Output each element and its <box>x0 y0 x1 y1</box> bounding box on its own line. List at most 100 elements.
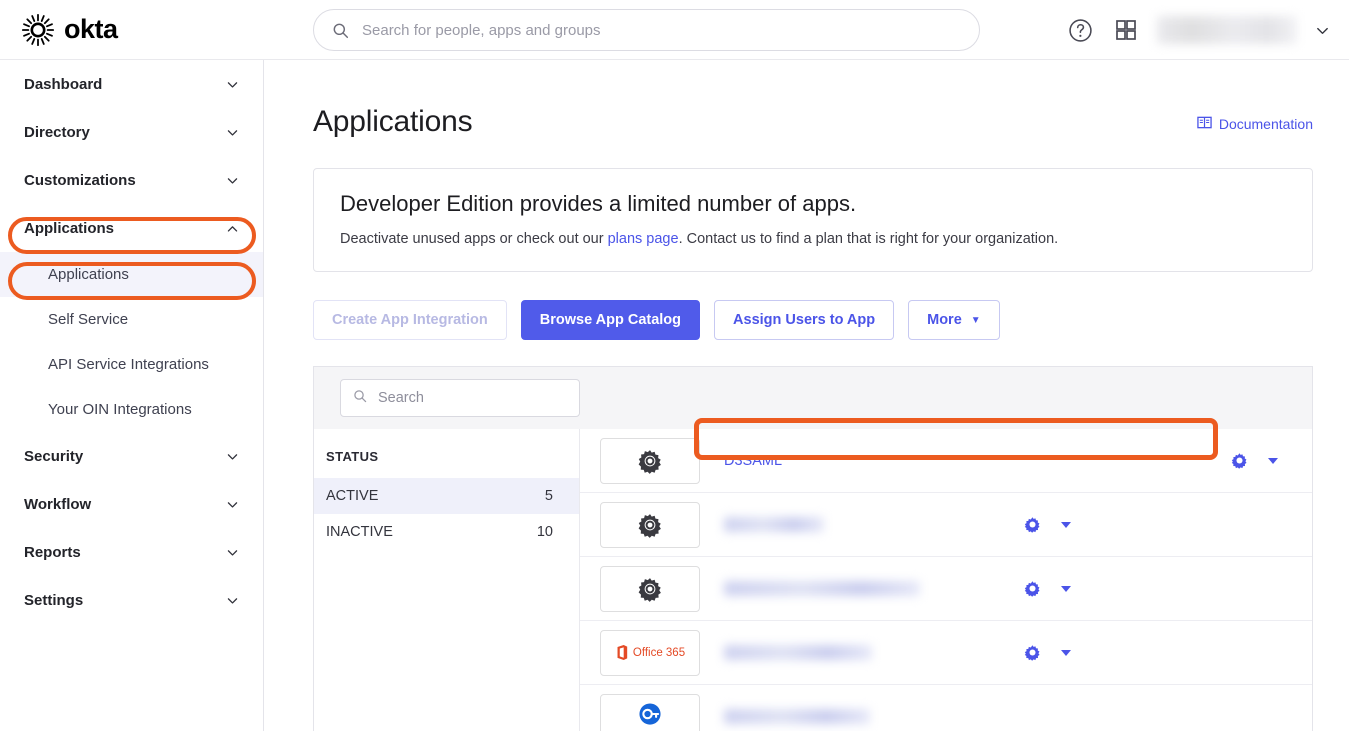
sidebar-item-security[interactable]: Security <box>0 432 263 480</box>
sidebar-item-label: Security <box>24 448 83 465</box>
sidebar-subitem-label: Your OIN Integrations <box>48 401 192 418</box>
gear-icon[interactable] <box>1231 452 1248 469</box>
status-filter-header: STATUS <box>314 429 579 464</box>
gear-icon[interactable] <box>1024 580 1041 597</box>
chevron-down-icon <box>226 498 239 511</box>
sidebar: Dashboard Directory Customizations Appli… <box>0 60 264 731</box>
caret-down-icon[interactable] <box>1268 458 1278 464</box>
sidebar-item-dashboard[interactable]: Dashboard <box>0 60 263 108</box>
chevron-down-icon[interactable] <box>1315 23 1329 37</box>
sidebar-item-directory[interactable]: Directory <box>0 108 263 156</box>
button-label: Create App Integration <box>332 312 488 328</box>
sidebar-item-settings[interactable]: Settings <box>0 576 263 624</box>
app-name-link[interactable] <box>724 581 1024 597</box>
sidebar-item-self-service[interactable]: Self Service <box>0 297 263 342</box>
caret-down-icon[interactable] <box>1061 650 1071 656</box>
row-actions <box>1024 580 1071 597</box>
sidebar-item-label: Directory <box>24 124 90 141</box>
sidebar-item-label: Reports <box>24 544 81 561</box>
sidebar-item-label: Dashboard <box>24 76 102 93</box>
gear-icon[interactable] <box>1024 516 1041 533</box>
sidebar-item-label: Settings <box>24 592 83 609</box>
gear-icon[interactable] <box>1024 644 1041 661</box>
apps-grid-icon[interactable] <box>1112 17 1139 44</box>
create-app-integration-button[interactable]: Create App Integration <box>313 300 507 340</box>
table-row[interactable] <box>580 557 1312 621</box>
row-actions <box>1024 644 1071 661</box>
main-content: Applications Documentation Developer Edi… <box>264 60 1349 731</box>
search-icon <box>353 389 367 408</box>
documentation-link[interactable]: Documentation <box>1197 105 1313 133</box>
okta-wordmark: okta <box>64 16 118 43</box>
chevron-down-icon <box>226 126 239 139</box>
plans-page-link[interactable]: plans page <box>608 231 679 247</box>
sidebar-subitem-label: Self Service <box>48 311 128 328</box>
office365-logo-icon: Office 365 <box>615 644 685 661</box>
applications-panel-body: STATUS ACTIVE 5 INACTIVE 10 <box>314 429 1312 731</box>
status-filter-count: 5 <box>545 488 553 504</box>
banner-body: Deactivate unused apps or check out our … <box>340 231 1286 247</box>
okta-sunburst-logo-icon <box>22 14 54 46</box>
sidebar-item-applications-applications[interactable]: Applications <box>0 252 263 297</box>
okta-brand[interactable]: okta <box>22 14 118 46</box>
sidebar-item-api-service-integrations[interactable]: API Service Integrations <box>0 342 263 387</box>
chevron-down-icon <box>226 174 239 187</box>
applications-panel: STATUS ACTIVE 5 INACTIVE 10 <box>313 366 1313 731</box>
status-filter-label: ACTIVE <box>326 488 378 504</box>
browse-app-catalog-button[interactable]: Browse App Catalog <box>521 300 700 340</box>
chevron-down-icon <box>226 546 239 559</box>
app-logo <box>600 438 700 484</box>
chevron-down-icon <box>226 78 239 91</box>
app-name-link[interactable] <box>724 645 1024 661</box>
sidebar-item-applications[interactable]: Applications <box>0 204 263 252</box>
more-button[interactable]: More ▼ <box>908 300 1000 340</box>
search-icon <box>332 22 349 39</box>
status-filter-inactive[interactable]: INACTIVE 10 <box>314 514 579 550</box>
app-name-link[interactable] <box>724 517 1024 533</box>
app-logo: Office 365 <box>600 630 700 676</box>
row-actions <box>1024 516 1071 533</box>
key-circle-icon <box>637 701 663 731</box>
app-name-link[interactable]: D3SAML <box>724 453 1231 469</box>
top-bar: okta <box>0 0 1349 60</box>
help-circle-icon[interactable] <box>1067 17 1094 44</box>
app-logo <box>600 566 700 612</box>
caret-down-icon[interactable] <box>1061 586 1071 592</box>
assign-users-to-app-button[interactable]: Assign Users to App <box>714 300 894 340</box>
banner-heading: Developer Edition provides a limited num… <box>340 191 1286 217</box>
table-row[interactable] <box>580 493 1312 557</box>
applications-search[interactable] <box>340 379 580 417</box>
status-filter-panel: STATUS ACTIVE 5 INACTIVE 10 <box>314 429 580 731</box>
book-icon <box>1197 115 1212 133</box>
button-label: Browse App Catalog <box>540 312 681 328</box>
sidebar-item-workflow[interactable]: Workflow <box>0 480 263 528</box>
app-logo <box>600 502 700 548</box>
search-input[interactable] <box>360 21 961 40</box>
user-menu-name[interactable] <box>1157 16 1297 44</box>
sidebar-subitem-label: API Service Integrations <box>48 356 209 373</box>
sidebar-item-label: Customizations <box>24 172 136 189</box>
documentation-label: Documentation <box>1219 116 1313 132</box>
sidebar-item-customizations[interactable]: Customizations <box>0 156 263 204</box>
sidebar-item-your-oin-integrations[interactable]: Your OIN Integrations <box>0 387 263 432</box>
caret-down-icon[interactable] <box>1061 522 1071 528</box>
sidebar-subitem-label: Applications <box>48 266 129 283</box>
chevron-up-icon <box>226 222 239 235</box>
chevron-down-icon <box>226 594 239 607</box>
button-label: Assign Users to App <box>733 312 875 328</box>
applications-search-input[interactable] <box>376 389 567 407</box>
developer-edition-banner: Developer Edition provides a limited num… <box>313 168 1313 272</box>
action-button-row: Create App Integration Browse App Catalo… <box>313 300 1313 340</box>
global-search[interactable] <box>313 9 980 51</box>
table-row[interactable]: Office 365 <box>580 621 1312 685</box>
app-logo <box>600 694 700 731</box>
table-row[interactable] <box>580 685 1312 731</box>
page-title: Applications <box>313 105 472 139</box>
table-row[interactable]: D3SAML <box>580 429 1312 493</box>
caret-down-icon: ▼ <box>971 315 981 326</box>
row-actions <box>1231 452 1278 469</box>
app-name-link[interactable] <box>724 709 1024 725</box>
sidebar-item-reports[interactable]: Reports <box>0 528 263 576</box>
okta-admin-console: okta <box>0 0 1349 731</box>
status-filter-active[interactable]: ACTIVE 5 <box>314 478 579 514</box>
